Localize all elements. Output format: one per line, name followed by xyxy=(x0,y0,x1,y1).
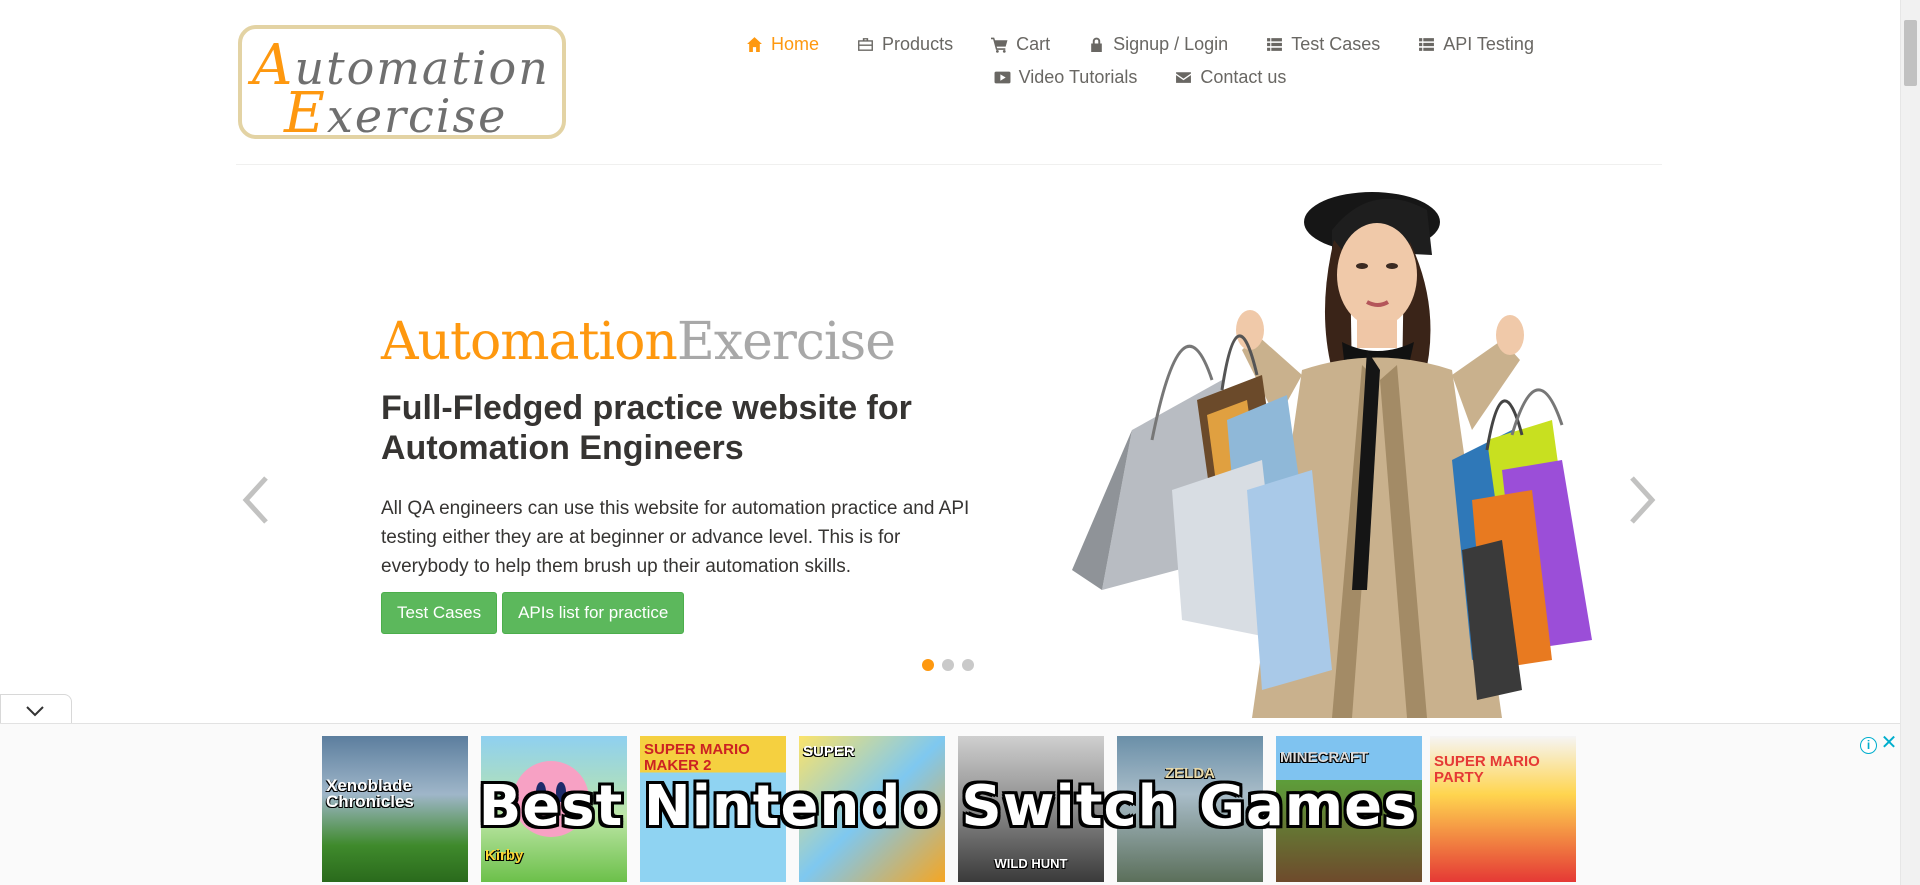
ad-banner[interactable]: Xenoblade Chronicles Kirby SUPER MARIO M… xyxy=(0,723,1900,885)
nav-row-2: Video Tutorials Contact us xyxy=(720,67,1560,88)
hero-title: AutomationExercise xyxy=(381,312,896,372)
nav-video-tutorials[interactable]: Video Tutorials xyxy=(994,67,1137,88)
shopping-girl-image xyxy=(1072,192,1592,718)
page-scrollbar[interactable] xyxy=(1900,0,1920,885)
ad-collapse-button[interactable] xyxy=(0,694,72,724)
hero-buttons: Test Cases APIs list for practice xyxy=(381,592,685,634)
nav-contact-us[interactable]: Contact us xyxy=(1175,67,1286,88)
header-divider xyxy=(236,164,1662,165)
nav-row-1: Home Products Cart Signup / Login Test C… xyxy=(720,34,1560,55)
products-icon xyxy=(858,38,873,51)
carousel-dot-3[interactable] xyxy=(962,659,974,671)
hero-carousel: AutomationExercise Full-Fledged practice… xyxy=(236,170,1662,718)
carousel-next-button[interactable] xyxy=(1626,470,1662,530)
chevron-right-icon xyxy=(1630,476,1656,524)
logo-line-2: Exercise xyxy=(284,81,508,146)
apis-list-button[interactable]: APIs list for practice xyxy=(502,592,685,634)
carousel-indicators xyxy=(922,659,974,671)
hero-subtitle: Full-Fledged practice website for Automa… xyxy=(381,389,912,467)
scrollbar-thumb[interactable] xyxy=(1904,20,1917,86)
nav-cart[interactable]: Cart xyxy=(991,34,1050,55)
nav-products[interactable]: Products xyxy=(857,34,953,55)
ad-headline: Best Nintendo Switch Games xyxy=(478,774,1418,839)
home-icon xyxy=(747,37,762,52)
carousel-dot-2[interactable] xyxy=(942,659,954,671)
list-icon xyxy=(1419,38,1435,51)
nav-home[interactable]: Home xyxy=(746,34,819,55)
main-nav: Home Products Cart Signup / Login Test C… xyxy=(720,34,1560,100)
cart-icon xyxy=(991,37,1008,53)
site-header: Automation Exercise Home Products Cart S… xyxy=(0,0,1900,165)
ad-image-strip[interactable]: Xenoblade Chronicles Kirby SUPER MARIO M… xyxy=(322,733,1897,882)
carousel-dot-1[interactable] xyxy=(922,659,934,671)
nav-test-cases[interactable]: Test Cases xyxy=(1266,34,1380,55)
test-cases-button[interactable]: Test Cases xyxy=(381,592,498,634)
ad-close-icon[interactable]: ✕ xyxy=(1880,733,1898,753)
chevron-down-icon xyxy=(26,706,44,717)
chevron-left-icon xyxy=(242,476,268,524)
hero-description: All QA engineers can use this website fo… xyxy=(381,498,970,577)
list-icon xyxy=(1267,38,1283,51)
envelope-icon xyxy=(1176,72,1192,83)
ad-info-icon[interactable]: i xyxy=(1860,737,1877,754)
site-logo[interactable]: Automation Exercise xyxy=(238,25,566,146)
youtube-play-icon xyxy=(994,71,1011,84)
nav-signup-login[interactable]: Signup / Login xyxy=(1088,34,1228,55)
nav-api-testing[interactable]: API Testing xyxy=(1418,34,1534,55)
lock-icon xyxy=(1091,37,1102,52)
carousel-prev-button[interactable] xyxy=(236,470,272,530)
